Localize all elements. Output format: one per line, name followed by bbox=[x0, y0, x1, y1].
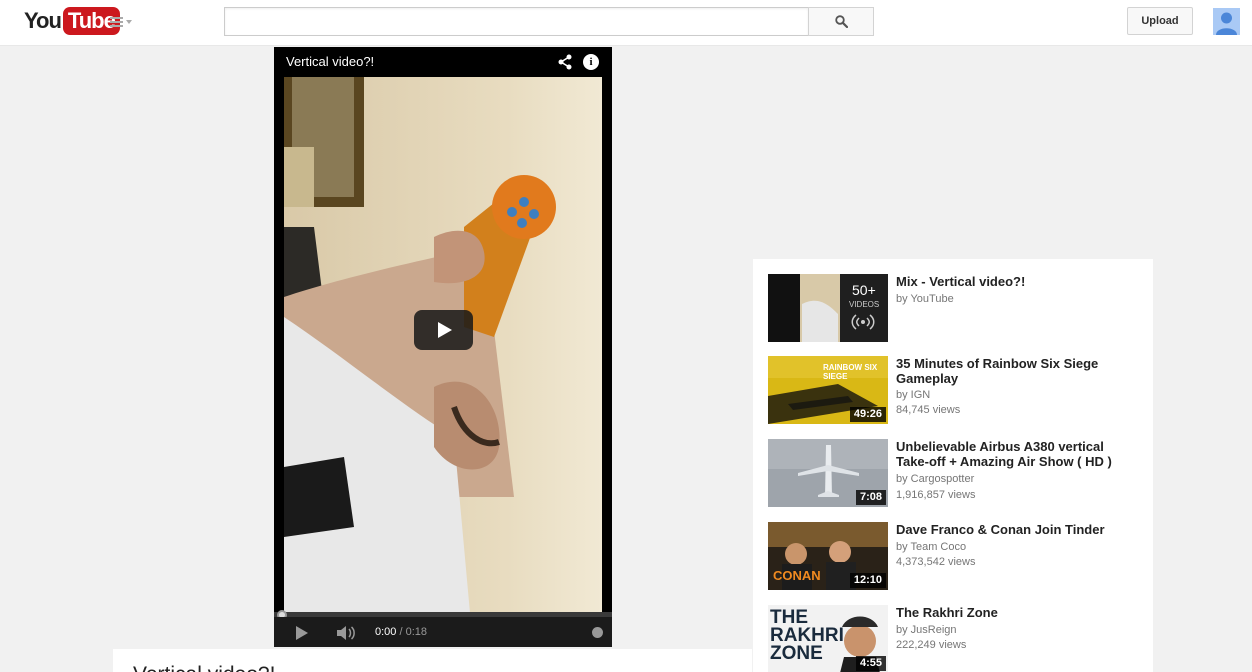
upload-button[interactable]: Upload bbox=[1127, 7, 1193, 35]
related-videos-sidebar: 50+ VIDEOS Mix - Vertical video?! by You… bbox=[753, 259, 1153, 672]
avatar[interactable] bbox=[1213, 8, 1240, 35]
video-title[interactable]: Mix - Vertical video?! bbox=[896, 274, 1131, 289]
masthead: You Tube Upload bbox=[0, 0, 1252, 46]
player-title-bar: Vertical video?! i bbox=[274, 47, 612, 77]
caret-down-icon bbox=[126, 20, 132, 24]
thumbnail-text: THE RAKHRI ZONE bbox=[770, 607, 844, 664]
related-video-item[interactable]: 50+ VIDEOS Mix - Vertical video?! by You… bbox=[768, 274, 1148, 342]
youtube-logo[interactable]: You Tube bbox=[24, 7, 120, 35]
video-channel: by YouTube bbox=[896, 293, 954, 305]
time-display: 0:00 / 0:18 bbox=[375, 626, 427, 638]
search-icon bbox=[834, 15, 848, 28]
video-thumbnail[interactable]: RAINBOW SIX SIEGE 49:26 bbox=[768, 356, 888, 424]
player-controls: 0:00 / 0:18 bbox=[274, 617, 612, 647]
video-views: 222,249 views bbox=[896, 639, 967, 651]
play-button[interactable] bbox=[296, 626, 308, 640]
video-duration: 49:26 bbox=[849, 407, 886, 422]
time-total: 0:18 bbox=[405, 626, 428, 638]
settings-gear-icon[interactable] bbox=[592, 627, 603, 638]
search-input[interactable] bbox=[224, 7, 809, 36]
playlist-label: VIDEOS bbox=[849, 300, 880, 309]
video-channel: by Team Coco bbox=[896, 541, 967, 553]
video-title[interactable]: Unbelievable Airbus A380 vertical Take-o… bbox=[896, 439, 1131, 469]
search-button[interactable] bbox=[808, 7, 874, 36]
time-separator: / bbox=[396, 626, 406, 638]
related-video-item[interactable]: 7:08 Unbelievable Airbus A380 vertical T… bbox=[768, 439, 1148, 507]
video-info-card: Vertical video?! bbox=[113, 649, 752, 672]
video-views: 1,916,857 views bbox=[896, 489, 976, 501]
video-duration: 12:10 bbox=[849, 573, 886, 588]
video-thumbnail[interactable]: CONAN 12:10 bbox=[768, 522, 888, 590]
video-thumbnail[interactable]: 50+ VIDEOS bbox=[768, 274, 888, 342]
video-title[interactable]: 35 Minutes of Rainbow Six Siege Gameplay bbox=[896, 356, 1131, 386]
play-icon bbox=[438, 322, 452, 338]
thumbnail-text: RAINBOW SIX SIEGE bbox=[823, 363, 878, 381]
mix-radio-icon bbox=[851, 314, 875, 330]
video-views: 84,745 views bbox=[896, 404, 961, 416]
video-views: 4,373,542 views bbox=[896, 556, 976, 568]
share-icon[interactable] bbox=[557, 54, 573, 70]
video-player[interactable]: Vertical video?! i 0:00 / 0:18 bbox=[274, 47, 612, 647]
video-channel: by JusReign bbox=[896, 624, 957, 636]
video-duration: 4:55 bbox=[855, 656, 886, 671]
logo-you-text: You bbox=[24, 8, 62, 33]
related-video-item[interactable]: THE RAKHRI ZONE 4:55 The Rakhri Zone by … bbox=[768, 605, 1148, 672]
playlist-count: 50+ bbox=[852, 282, 876, 298]
video-title[interactable]: Dave Franco & Conan Join Tinder bbox=[896, 522, 1131, 537]
video-duration: 7:08 bbox=[855, 490, 886, 505]
video-thumbnail[interactable]: 7:08 bbox=[768, 439, 888, 507]
volume-icon[interactable] bbox=[336, 625, 356, 641]
hamburger-icon bbox=[110, 17, 123, 27]
user-silhouette-icon bbox=[1213, 8, 1240, 35]
info-icon[interactable]: i bbox=[583, 54, 599, 70]
video-channel: by Cargospotter bbox=[896, 473, 975, 485]
video-thumbnail[interactable]: THE RAKHRI ZONE 4:55 bbox=[768, 605, 888, 672]
related-video-item[interactable]: CONAN 12:10 Dave Franco & Conan Join Tin… bbox=[768, 522, 1148, 590]
related-video-item[interactable]: RAINBOW SIX SIEGE 49:26 35 Minutes of Ra… bbox=[768, 356, 1148, 424]
time-current: 0:00 bbox=[375, 626, 397, 638]
video-frame[interactable] bbox=[284, 77, 602, 647]
video-channel: by IGN bbox=[896, 389, 931, 401]
video-still-image bbox=[284, 77, 602, 647]
video-title[interactable]: The Rakhri Zone bbox=[896, 605, 1131, 620]
thumbnail-text: CONAN bbox=[773, 568, 821, 583]
watch-title: Vertical video?! bbox=[133, 663, 275, 672]
guide-menu-button[interactable] bbox=[110, 14, 138, 30]
large-play-button[interactable] bbox=[414, 310, 473, 350]
video-title[interactable]: Vertical video?! bbox=[286, 54, 374, 69]
